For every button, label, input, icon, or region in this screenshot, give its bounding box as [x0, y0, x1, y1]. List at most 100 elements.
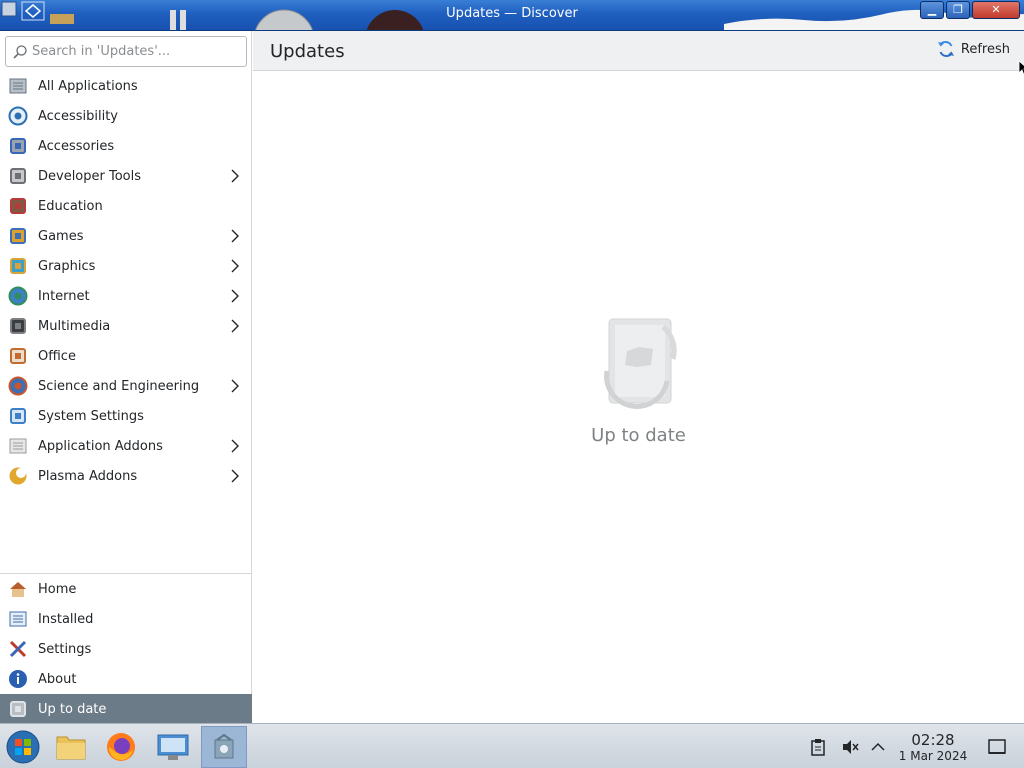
sidebar-item-label: Developer Tools [38, 168, 142, 184]
sidebar-item-games[interactable]: Games [0, 221, 252, 251]
sidebar-item-label: Plasma Addons [38, 468, 138, 484]
sidebar-item-system-settings[interactable]: System Settings [0, 401, 252, 431]
minimize-icon[interactable]: ▁ [920, 1, 944, 19]
sidebar-item-education[interactable]: Education [0, 191, 252, 221]
firefox-button[interactable] [98, 726, 144, 768]
sidebar-item-label: Games [38, 228, 84, 244]
maximize-icon[interactable]: ❐ [946, 1, 970, 19]
page-title: Updates [270, 41, 345, 62]
about-icon [9, 670, 27, 688]
volume-muted-icon [843, 739, 859, 754]
chevron-right-icon [231, 439, 239, 453]
updates-content: Up to date [253, 71, 1024, 723]
file-manager-icon [56, 736, 86, 760]
sidebar-item-label: Application Addons [38, 438, 163, 454]
nav-item-settings[interactable]: Settings [0, 634, 252, 664]
accessibility-icon [8, 106, 28, 126]
chevron-right-icon [231, 469, 239, 483]
up-to-date-icon [603, 318, 677, 409]
chevron-right-icon [231, 169, 239, 183]
chevron-right-icon [231, 259, 239, 273]
nav-item-installed[interactable]: Installed [0, 604, 252, 634]
discover-icon [214, 733, 234, 759]
nav-item-label: About [38, 671, 77, 687]
sidebar-item-application-addons[interactable]: Application Addons [0, 431, 252, 461]
sidebar-item-science-and-engineering[interactable]: Science and Engineering [0, 371, 252, 401]
refresh-label: Refresh [960, 41, 1010, 57]
clock[interactable]: 02:28 1 Mar 2024 [892, 731, 974, 763]
sidebar-item-label: All Applications [38, 78, 138, 94]
file-manager-button[interactable] [48, 726, 94, 768]
accessories-icon [10, 138, 26, 154]
settings-icon [9, 640, 27, 658]
window-titlebar[interactable]: Updates — Discover ▁ ❐ ✕ [0, 0, 1024, 31]
sidebar: All Applications Accessibility Accessories… [0, 31, 252, 724]
education-icon [10, 198, 26, 214]
start-menu-icon [6, 730, 40, 764]
volume-button[interactable] [841, 724, 859, 768]
sidebar-item-label: Science and Engineering [38, 378, 200, 394]
search-box[interactable] [5, 36, 247, 67]
clipboard-button[interactable] [810, 724, 826, 768]
show-desktop-button[interactable] [988, 724, 1006, 768]
status-text: Up to date [591, 425, 686, 446]
home-icon [10, 582, 26, 597]
nav-item-label: Home [38, 581, 77, 597]
chevron-right-icon [231, 319, 239, 333]
multimedia-icon [10, 318, 26, 334]
tray-expand-button[interactable] [871, 724, 885, 768]
games-icon [10, 228, 26, 244]
sidebar-item-label: Graphics [38, 258, 96, 274]
graphics-icon [10, 258, 26, 274]
search-icon [13, 45, 27, 59]
chevron-right-icon [231, 289, 239, 303]
sidebar-item-label: Internet [38, 288, 90, 304]
nav-item-label: Settings [38, 641, 92, 657]
sidebar-item-developer-tools[interactable]: Developer Tools [0, 161, 252, 191]
nav-item-home[interactable]: Home [0, 574, 252, 604]
sidebar-item-multimedia[interactable]: Multimedia [0, 311, 252, 341]
category-list: All Applications Accessibility Accessories… [0, 71, 252, 491]
refresh-button[interactable]: Refresh [937, 40, 1010, 58]
bottom-nav: Home Installed Settings About Up to date [0, 574, 252, 724]
chevron-right-icon [231, 229, 239, 243]
sidebar-item-label: Office [38, 348, 76, 364]
nav-item-label: Installed [38, 611, 94, 627]
discover-button[interactable] [201, 726, 247, 768]
developer-tools-icon [10, 168, 26, 184]
close-icon[interactable]: ✕ [972, 1, 1020, 19]
sidebar-item-label: System Settings [38, 408, 144, 424]
sidebar-item-all-applications[interactable]: All Applications [0, 71, 252, 101]
search-input[interactable] [32, 37, 244, 66]
office-icon [10, 348, 26, 364]
sidebar-item-label: Accessibility [38, 108, 118, 124]
sidebar-item-graphics[interactable]: Graphics [0, 251, 252, 281]
sidebar-item-plasma-addons[interactable]: Plasma Addons [0, 461, 252, 491]
refresh-icon [937, 40, 954, 58]
window-title: Updates — Discover [446, 6, 578, 21]
system-settings-icon [157, 734, 189, 760]
sidebar-item-internet[interactable]: Internet [0, 281, 252, 311]
sidebar-item-accessibility[interactable]: Accessibility [0, 101, 252, 131]
all-applications-icon [9, 78, 27, 94]
sidebar-item-label: Accessories [38, 138, 115, 154]
update-status-icon [10, 701, 26, 717]
show-desktop-icon [988, 738, 1006, 754]
nav-item-about[interactable]: About [0, 664, 252, 694]
tray-expand-icon [871, 742, 885, 751]
science-icon [8, 376, 28, 396]
taskbar: 02:28 1 Mar 2024 [0, 723, 1024, 768]
nav-item-up-to-date[interactable]: Up to date [0, 694, 252, 724]
firefox-icon [107, 733, 135, 761]
start-menu-button[interactable] [0, 726, 46, 768]
chevron-right-icon [231, 379, 239, 393]
system-settings-button[interactable] [150, 726, 196, 768]
sidebar-item-label: Education [38, 198, 103, 214]
internet-icon [8, 286, 28, 306]
sidebar-item-accessories[interactable]: Accessories [0, 131, 252, 161]
page-header: Updates Refresh [253, 31, 1024, 71]
application-addons-icon [9, 438, 27, 454]
sidebar-item-label: Multimedia [38, 318, 111, 334]
sidebar-item-office[interactable]: Office [0, 341, 252, 371]
clock-time: 02:28 [911, 731, 955, 749]
